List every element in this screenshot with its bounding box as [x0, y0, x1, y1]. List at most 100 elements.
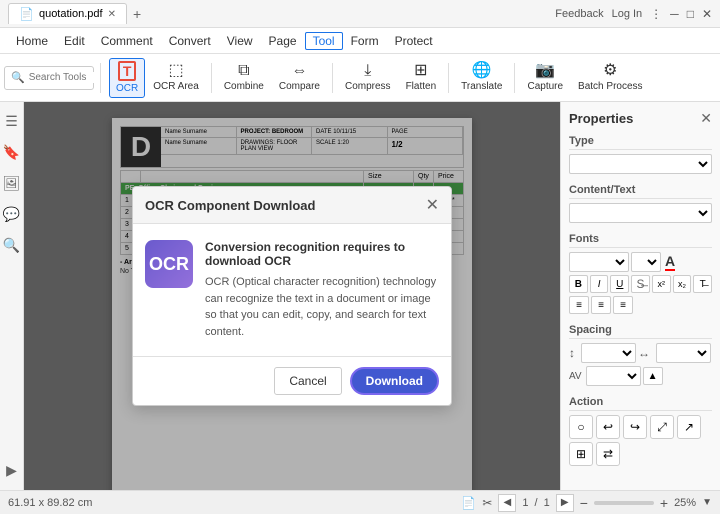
zoom-slider[interactable] — [594, 501, 654, 505]
line-spacing-select[interactable] — [581, 343, 636, 363]
zoom-level: 25% — [674, 497, 696, 509]
sidebar-icon-4[interactable]: 💬 — [0, 203, 23, 226]
ocr-button[interactable]: T OCR — [109, 58, 145, 98]
action-section: Action ○ ↩ ↪ ⤢ ↗ ⊞ ⇄ — [569, 396, 712, 466]
zoom-out-btn[interactable]: − — [580, 495, 588, 511]
menu-view[interactable]: View — [219, 32, 261, 50]
feedback-link[interactable]: Feedback — [555, 8, 603, 20]
av-select[interactable] — [586, 366, 641, 386]
char-spacing-select[interactable] — [656, 343, 711, 363]
action-btn-7[interactable]: ⇄ — [596, 442, 620, 466]
statusbar: 61.91 x 89.82 cm 📄 ✂ ◀ 1 / 1 ▶ − + 25% ▼ — [0, 490, 720, 514]
main-area: ☰ 🔖 🖼 💬 🔍 ▶ D Name Surname PROJECT: BEDR… — [0, 102, 720, 490]
line-spacing-icon: ↕ — [569, 346, 575, 360]
sidebar-icon-3[interactable]: 🖼 — [0, 172, 23, 195]
bold-button[interactable]: B — [569, 275, 588, 293]
ocr-area-label: OCR Area — [153, 81, 199, 92]
search-tools-box[interactable]: 🔍 — [4, 66, 94, 90]
zoom-dropdown-btn[interactable]: ▼ — [702, 497, 712, 508]
menu-convert[interactable]: Convert — [161, 32, 219, 50]
pdf-icon: 📄 — [19, 7, 34, 21]
compress-button[interactable]: ⤓ Compress — [338, 58, 398, 98]
capture-label: Capture — [527, 81, 563, 92]
spacing-section: Spacing ↕ ↔ AV ▲ — [569, 324, 712, 386]
action-btn-5[interactable]: ↗ — [677, 415, 701, 439]
batch-icon: ⚙ — [603, 63, 617, 79]
underline-button[interactable]: U — [610, 275, 629, 293]
menu-protect[interactable]: Protect — [387, 32, 441, 50]
action-buttons-row-2: ⊞ ⇄ — [569, 442, 712, 466]
sidebar-expand-icon[interactable]: ▶ — [3, 459, 20, 482]
modal-overlay: OCR Component Download ✕ OCR Conversion … — [24, 102, 560, 490]
capture-button[interactable]: 📷 Capture — [520, 58, 570, 98]
capture-icon: 📷 — [535, 63, 555, 79]
modal-main-text: Conversion recognition requires to downl… — [205, 240, 439, 268]
compress-label: Compress — [345, 81, 391, 92]
action-btn-1[interactable]: ○ — [569, 415, 593, 439]
sidebar-icon-2[interactable]: 🔖 — [0, 141, 23, 164]
strikethrough-button[interactable]: S̶ — [631, 275, 650, 293]
menu-home[interactable]: Home — [8, 32, 56, 50]
combine-icon: ⧉ — [238, 63, 249, 79]
type-section-title: Type — [569, 135, 712, 150]
menu-form[interactable]: Form — [343, 32, 387, 50]
menu-page[interactable]: Page — [261, 32, 305, 50]
coords-display: 61.91 x 89.82 cm — [8, 497, 453, 509]
subscript-button[interactable]: x₂ — [673, 275, 692, 293]
align-left-button[interactable]: ≡ — [569, 296, 589, 314]
flatten-icon: ⊞ — [414, 63, 427, 79]
type-select[interactable] — [569, 154, 712, 174]
modal-header: OCR Component Download ✕ — [133, 187, 451, 224]
zoom-in-btn[interactable]: + — [660, 495, 668, 511]
flatten-button[interactable]: ⊞ Flatten — [399, 58, 444, 98]
italic-button[interactable]: I — [590, 275, 609, 293]
minimize-btn[interactable]: ─ — [670, 7, 679, 21]
page-sep: / — [535, 497, 538, 509]
action-btn-2[interactable]: ↩ — [596, 415, 620, 439]
translate-button[interactable]: 🌐 Translate — [454, 58, 509, 98]
new-tab-button[interactable]: + — [127, 4, 147, 24]
menu-edit[interactable]: Edit — [56, 32, 93, 50]
titlebar: 📄 quotation.pdf ✕ + Feedback Log In ⋮ ─ … — [0, 0, 720, 28]
download-button[interactable]: Download — [350, 367, 439, 395]
sidebar-icon-5[interactable]: 🔍 — [0, 234, 23, 257]
next-page-btn[interactable]: ▶ — [556, 494, 574, 512]
font-select[interactable] — [569, 252, 629, 272]
align-center-button[interactable]: ≡ — [591, 296, 611, 314]
menu-icon[interactable]: ⋮ — [650, 7, 662, 21]
superscript-button[interactable]: x² — [652, 275, 671, 293]
char-spacing-icon: ↔ — [638, 346, 650, 360]
properties-panel: Properties ✕ Type Content/Text Fonts A B… — [560, 102, 720, 490]
spacing-section-title: Spacing — [569, 324, 712, 339]
menu-comment[interactable]: Comment — [93, 32, 161, 50]
action-buttons-row-1: ○ ↩ ↪ ⤢ ↗ — [569, 415, 712, 439]
spacing-up-btn[interactable]: ▲ — [643, 367, 663, 385]
cancel-button[interactable]: Cancel — [274, 367, 341, 395]
fonts-section: Fonts A B I U S̶ x² x₂ T̶ ≡ ≡ ≡ — [569, 233, 712, 314]
properties-title: Properties — [569, 111, 633, 126]
line-spacing-row: ↕ ↔ — [569, 343, 712, 363]
modal-close-button[interactable]: ✕ — [426, 195, 439, 215]
sidebar-icon-1[interactable]: ☰ — [2, 110, 21, 133]
maximize-btn[interactable]: □ — [687, 7, 694, 21]
word-spacing-row: AV ▲ — [569, 366, 712, 386]
combine-button[interactable]: ⧉ Combine — [217, 58, 271, 98]
prev-page-btn[interactable]: ◀ — [498, 494, 516, 512]
compare-button[interactable]: ⇔ Compare — [272, 58, 327, 98]
login-link[interactable]: Log In — [612, 8, 643, 20]
action-btn-3[interactable]: ↪ — [623, 415, 647, 439]
action-btn-4[interactable]: ⤢ — [650, 415, 674, 439]
clear-format-button[interactable]: T̶ — [693, 275, 712, 293]
search-tools-input[interactable] — [29, 72, 97, 83]
tab-document[interactable]: 📄 quotation.pdf ✕ — [8, 3, 127, 24]
ocr-area-button[interactable]: ⬚ OCR Area — [146, 58, 206, 98]
align-right-button[interactable]: ≡ — [613, 296, 633, 314]
font-size-select[interactable] — [631, 252, 661, 272]
batch-process-button[interactable]: ⚙ Batch Process — [571, 58, 649, 98]
menu-tool[interactable]: Tool — [305, 32, 343, 50]
action-btn-6[interactable]: ⊞ — [569, 442, 593, 466]
tab-close[interactable]: ✕ — [108, 9, 116, 20]
content-select[interactable] — [569, 203, 712, 223]
close-btn[interactable]: ✕ — [702, 7, 712, 21]
properties-close-button[interactable]: ✕ — [700, 110, 712, 127]
